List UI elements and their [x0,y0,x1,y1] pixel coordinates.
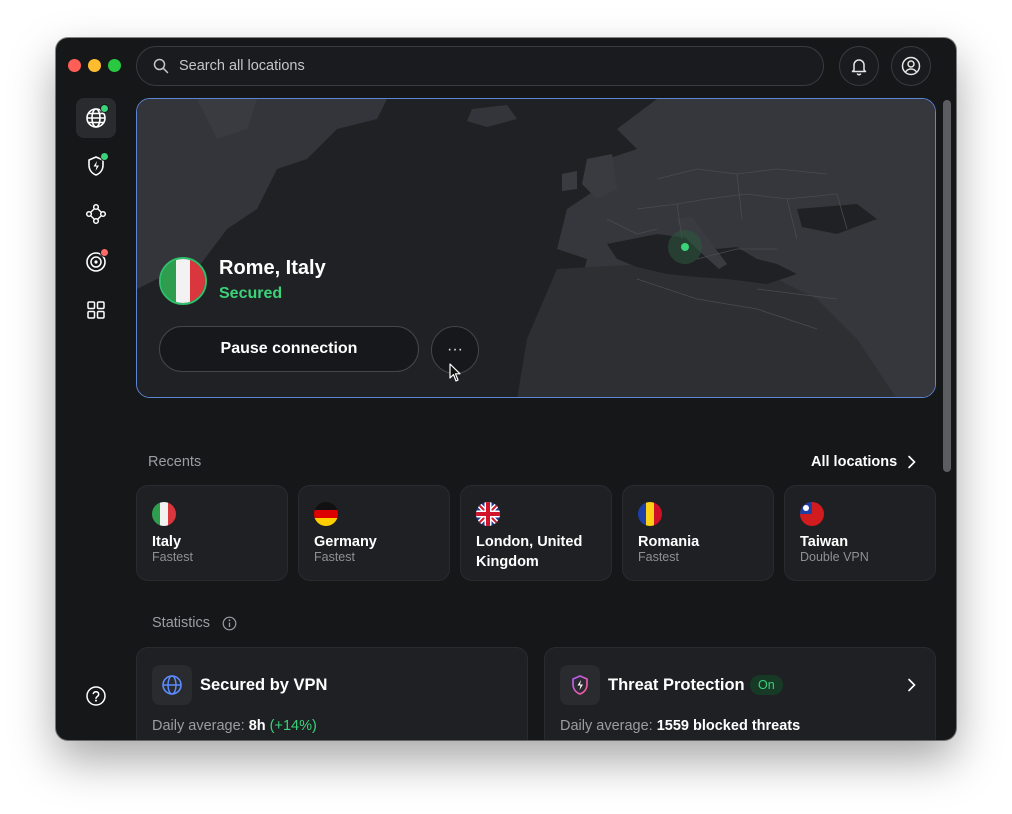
sidebar-item-map[interactable] [76,98,116,138]
recent-subtitle: Double VPN [800,550,869,564]
sidebar-item-dark-web-monitor[interactable] [76,242,116,282]
threat-daily-average: Daily average: 1559 blocked threats [560,718,800,734]
avg-label: Daily average: [560,718,653,734]
recent-title: London, United Kingdom [476,534,583,570]
notifications-button[interactable] [839,46,879,86]
uk-flag-icon [476,502,500,526]
search-icon [153,58,169,74]
minimize-window-button[interactable] [88,59,101,72]
scrollbar-thumb[interactable] [943,100,951,472]
avg-value: 1559 blocked threats [656,718,801,734]
romania-flag-icon [638,502,662,526]
germany-flag-icon [314,502,338,526]
recent-subtitle: Fastest [638,550,679,564]
search-input[interactable] [177,57,781,75]
connection-status: Secured [219,285,283,302]
search-bar[interactable] [136,46,824,86]
grid-icon [87,301,105,319]
help-icon [86,686,106,706]
bell-icon [851,59,867,76]
italy-flag-icon [159,257,207,305]
recent-title: Taiwan [800,534,849,550]
recent-card-germany[interactable]: Germany Fastest [298,485,450,581]
zoom-window-button[interactable] [108,59,121,72]
sidebar-item-threat-protection[interactable] [76,146,116,186]
recent-card-taiwan[interactable]: Taiwan Double VPN [784,485,936,581]
avg-label: Daily average: [152,718,245,734]
help-button[interactable] [76,676,116,716]
threat-stat-icon-box [560,665,600,705]
all-locations-link[interactable]: All locations [811,454,917,470]
chevron-right-icon [908,678,916,692]
status-dot [100,104,109,113]
italy-flag-icon [152,502,176,526]
threat-stat-card[interactable]: Threat Protection On Daily average: 1559… [544,647,936,740]
app-window: Rome, Italy Secured Pause connection ···… [56,38,956,740]
statistics-label: Statistics [152,615,211,631]
recent-card-romania[interactable]: Romania Fastest [622,485,774,581]
sidebar-item-meshnet[interactable] [76,194,116,234]
recent-card-london[interactable]: London, United Kingdom [460,485,612,581]
recent-subtitle: Fastest [152,550,193,564]
meshnet-icon [85,203,107,225]
connected-location: Rome, Italy [219,257,326,279]
avg-value: 8h [248,718,266,734]
vpn-stat-icon-box [152,665,192,705]
recents-label: Recents [148,454,202,470]
avg-change: (+14%) [269,718,317,734]
all-locations-label: All locations [811,454,898,470]
threat-stat-title: Threat Protection [608,676,745,694]
status-badge: On [750,675,783,695]
globe-icon [162,675,182,695]
status-dot [100,152,109,161]
taiwan-flag-icon [800,502,824,526]
recent-title: Italy [152,534,182,550]
recent-title: Romania [638,534,700,550]
vpn-daily-average: Daily average: 8h (+14%) [152,718,317,734]
recent-card-italy[interactable]: Italy Fastest [136,485,288,581]
close-window-button[interactable] [68,59,81,72]
chevron-right-icon [908,455,916,469]
recent-title: Germany [314,534,377,550]
account-button[interactable] [891,46,931,86]
alert-dot [100,248,109,257]
shield-bolt-icon [572,675,588,695]
recent-subtitle: Fastest [314,550,355,564]
pause-connection-button[interactable]: Pause connection [159,326,419,372]
sidebar-item-apps[interactable] [76,290,116,330]
info-icon[interactable] [222,616,237,631]
connection-card: Rome, Italy Secured Pause connection ··· [136,98,936,398]
vpn-stat-title: Secured by VPN [200,676,328,694]
cursor-icon [449,363,461,382]
vpn-stat-card[interactable]: Secured by VPN Daily average: 8h (+14%) [136,647,528,740]
user-icon [901,56,921,76]
